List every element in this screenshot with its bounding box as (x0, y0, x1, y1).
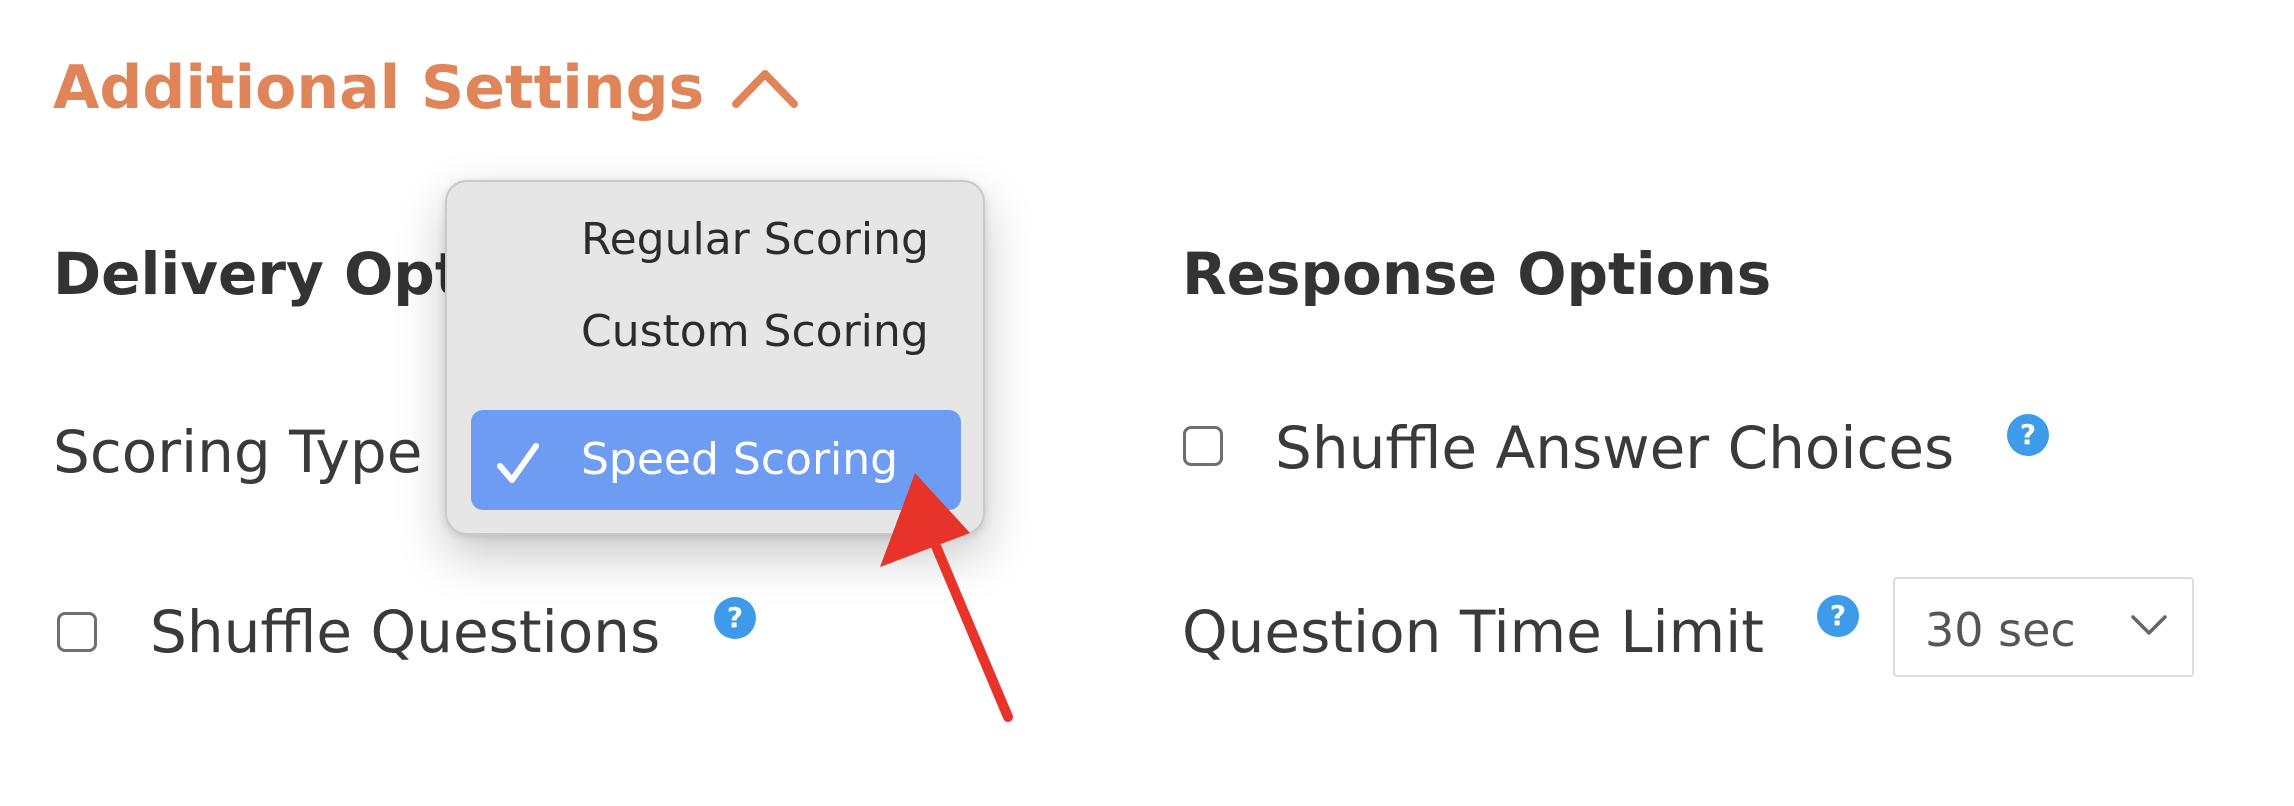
shuffle-questions-label: Shuffle Questions (150, 598, 661, 666)
question-time-limit-label: Question Time Limit (1182, 598, 1765, 666)
menu-item-label: Speed Scoring (581, 434, 899, 485)
help-icon[interactable]: ? (714, 597, 756, 639)
menu-item-label: Regular Scoring (581, 214, 929, 265)
scoring-type-label: Scoring Type (53, 418, 423, 486)
scoring-type-dropdown-menu: Regular Scoring Custom Scoring Speed Sco… (445, 180, 985, 535)
menu-item-custom-scoring[interactable]: Custom Scoring (471, 282, 961, 382)
shuffle-questions-checkbox[interactable] (57, 612, 97, 652)
menu-item-regular-scoring[interactable]: Regular Scoring (471, 182, 961, 297)
checkmark-icon (497, 443, 539, 483)
menu-item-label: Custom Scoring (581, 306, 929, 357)
section-title: Additional Settings (53, 53, 705, 123)
select-value: 30 sec (1925, 603, 2076, 657)
shuffle-answer-choices-checkbox[interactable] (1183, 426, 1223, 466)
help-icon[interactable]: ? (2007, 414, 2049, 456)
response-options-heading: Response Options (1182, 240, 1772, 308)
delivery-options-heading: Delivery Opt (53, 240, 463, 308)
chevron-down-icon (2131, 615, 2167, 635)
shuffle-answer-choices-label: Shuffle Answer Choices (1275, 414, 1955, 482)
help-icon[interactable]: ? (1817, 595, 1859, 637)
chevron-up-icon (732, 70, 799, 108)
menu-item-speed-scoring[interactable]: Speed Scoring (471, 410, 961, 510)
additional-settings-toggle[interactable]: Additional Settings (53, 58, 800, 118)
question-time-limit-select[interactable]: 30 sec (1893, 577, 2194, 677)
